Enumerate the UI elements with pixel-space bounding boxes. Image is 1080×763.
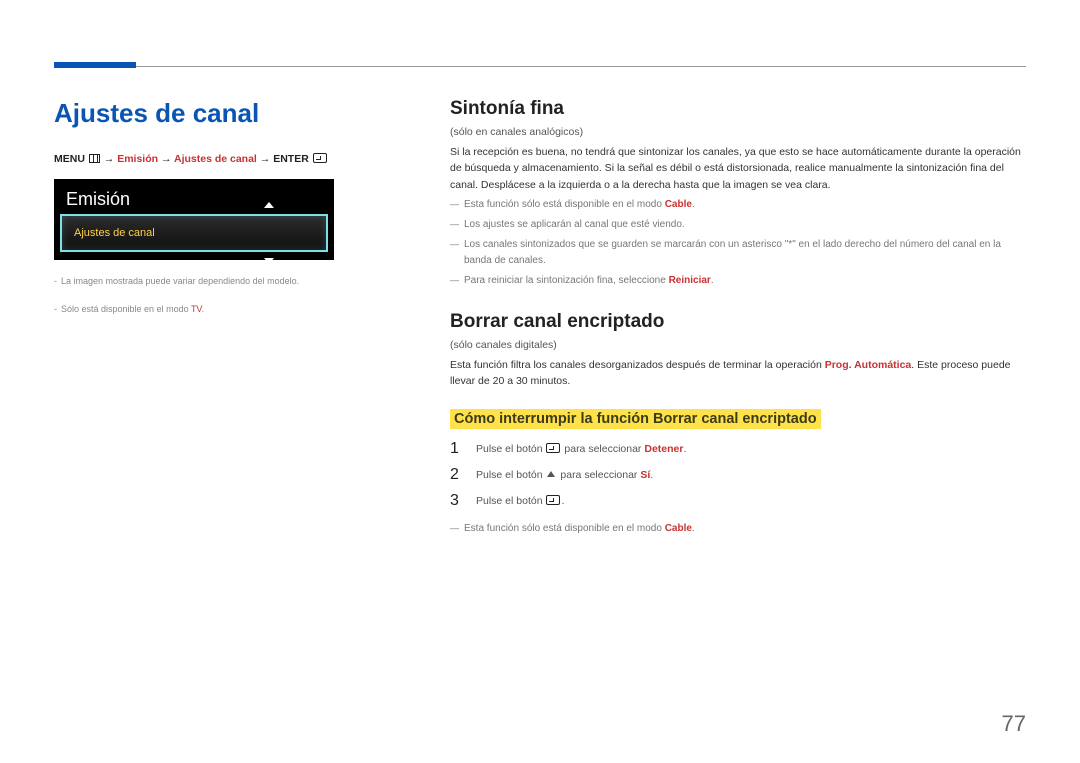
section-1-note-4: Para reiniciar la sintonización fina, se… xyxy=(450,273,1026,289)
tv-row-label: Ajustes de canal xyxy=(74,227,155,239)
tv-preview-title: Emisión xyxy=(54,183,334,214)
menu-icon xyxy=(89,154,100,163)
section-1-title: Sintonía fina xyxy=(450,98,1026,120)
tv-selected-row: Ajustes de canal xyxy=(60,214,328,252)
menu-path-seg1: Emisión xyxy=(117,153,158,165)
menu-path-suffix: ENTER xyxy=(273,153,312,165)
step-2: Pulse el botón para seleccionar Sí. xyxy=(450,469,1026,481)
chevron-down-icon xyxy=(264,258,274,264)
chevron-up-icon xyxy=(264,202,274,208)
section-1-paren: (sólo en canales analógicos) xyxy=(450,126,1026,138)
arrow: → xyxy=(260,153,273,165)
footnote-2-accent: TV xyxy=(191,304,202,314)
footnote-2-pre: Sólo está disponible en el modo xyxy=(61,304,191,314)
left-column: Ajustes de canal MENU → Emisión → Ajuste… xyxy=(54,98,394,537)
step-3: Pulse el botón . xyxy=(450,495,1026,507)
section-1-note-3: Los canales sintonizados que se guarden … xyxy=(450,237,1026,269)
menu-path: MENU → Emisión → Ajustes de canal → ENTE… xyxy=(54,153,394,165)
tv-preview: Emisión Ajustes de canal xyxy=(54,179,334,260)
section-1-note-2: Los ajustes se aplicarán al canal que es… xyxy=(450,217,1026,233)
footnote-2: -Sólo está disponible en el modo TV. xyxy=(54,302,394,316)
section-2-subheading: Cómo interrumpir la función Borrar canal… xyxy=(450,409,821,429)
page-title: Ajustes de canal xyxy=(54,98,394,129)
enter-icon xyxy=(546,495,560,505)
step-1: Pulse el botón para seleccionar Detener. xyxy=(450,443,1026,455)
enter-icon xyxy=(546,443,560,453)
section-1-note-1: Esta función sólo está disponible en el … xyxy=(450,197,1026,213)
page-number: 77 xyxy=(1002,711,1026,737)
steps-list: Pulse el botón para seleccionar Detener.… xyxy=(450,443,1026,507)
footnote-1-text: La imagen mostrada puede variar dependie… xyxy=(61,276,299,286)
arrow: → xyxy=(104,153,117,165)
header-rule xyxy=(54,66,1026,67)
header-accent xyxy=(54,62,136,68)
section-1-body: Si la recepción es buena, no tendrá que … xyxy=(450,144,1026,193)
section-2-title: Borrar canal encriptado xyxy=(450,311,1026,333)
footnote-1: -La imagen mostrada puede variar dependi… xyxy=(54,274,394,288)
section-2-note-1: Esta función sólo está disponible en el … xyxy=(450,521,1026,537)
tv-arrows xyxy=(264,202,274,264)
triangle-up-icon xyxy=(547,471,555,477)
footnote-2-post: . xyxy=(202,304,205,314)
menu-path-prefix: MENU xyxy=(54,153,88,165)
arrow: → xyxy=(161,153,174,165)
right-column: Sintonía fina (sólo en canales analógico… xyxy=(450,98,1026,537)
menu-path-seg2: Ajustes de canal xyxy=(174,153,257,165)
section-2-paren: (sólo canales digitales) xyxy=(450,339,1026,351)
section-2-body: Esta función filtra los canales desorgan… xyxy=(450,357,1026,390)
enter-icon xyxy=(313,153,327,163)
